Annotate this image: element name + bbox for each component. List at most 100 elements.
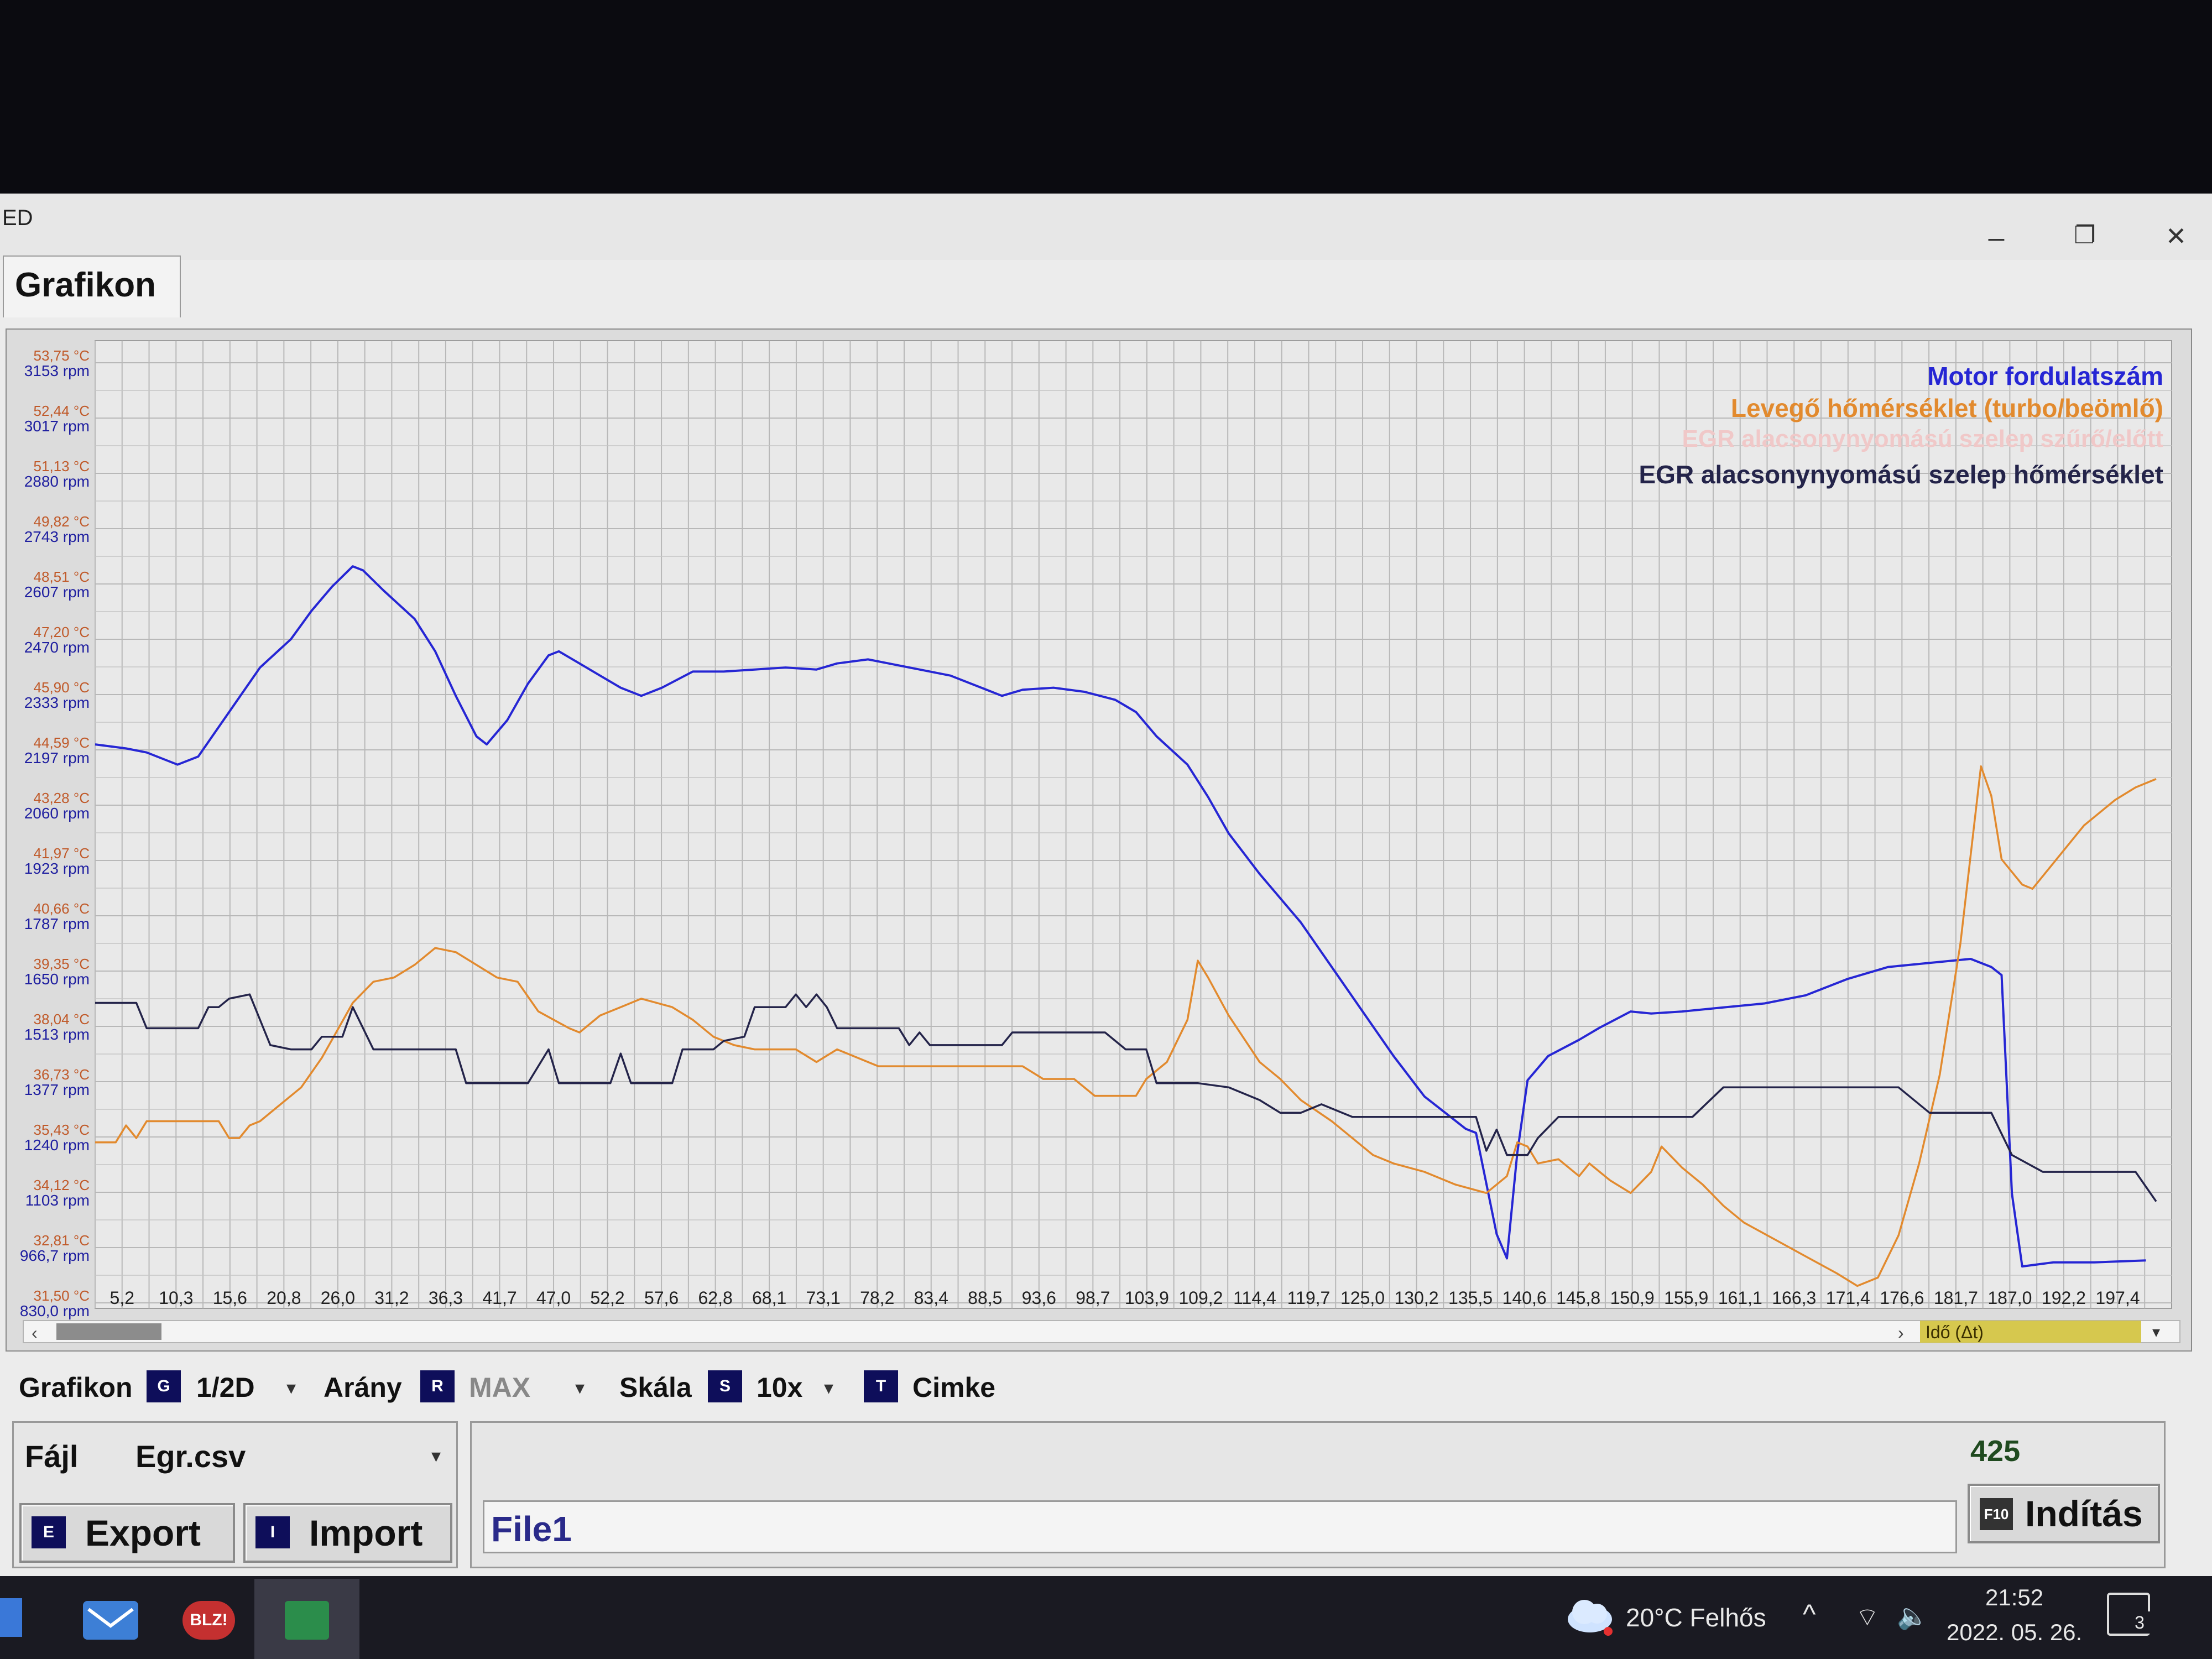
grafikon-dropdown-icon[interactable]: ▾ bbox=[286, 1377, 296, 1399]
notification-icon[interactable]: 3 bbox=[2107, 1593, 2151, 1636]
mail-app-icon[interactable] bbox=[83, 1601, 138, 1640]
restore-button[interactable]: ❐ bbox=[2063, 221, 2107, 249]
x-tick: 62,8 bbox=[698, 1288, 732, 1308]
y-tick-temp: 32,81 °C bbox=[34, 1232, 90, 1249]
cimke-key: T bbox=[864, 1370, 898, 1402]
tab-grafikon[interactable]: Grafikon bbox=[3, 255, 181, 317]
x-tick: 20,8 bbox=[267, 1288, 301, 1308]
y-tick-temp: 41,97 °C bbox=[34, 845, 90, 862]
export-button[interactable]: E Export bbox=[19, 1503, 235, 1563]
scrollbar-thumb[interactable] bbox=[56, 1323, 161, 1340]
start-label: Indítás bbox=[2025, 1493, 2143, 1534]
y-tick-temp: 43,28 °C bbox=[34, 790, 90, 806]
x-tick: 73,1 bbox=[806, 1288, 841, 1308]
run-group: File1 425 F10 Indítás bbox=[470, 1421, 2166, 1568]
start-button[interactable]: F10 Indítás bbox=[1968, 1484, 2160, 1543]
y-tick-rpm: 3153 rpm bbox=[24, 362, 90, 379]
clock-time[interactable]: 21:52 bbox=[1985, 1584, 2043, 1611]
file-name-field[interactable]: File1 bbox=[483, 1500, 1957, 1553]
wifi-icon[interactable]: ⌔ bbox=[1855, 1601, 1879, 1633]
y-tick-rpm: 1513 rpm bbox=[24, 1026, 90, 1043]
x-tick: 176,6 bbox=[1880, 1288, 1924, 1308]
diagnostic-app-icon bbox=[285, 1601, 329, 1640]
taskbar: BLZ! 20°C Felhős ^ ⌔ 🔈 21:52 2022. 05. 2… bbox=[0, 1576, 2212, 1659]
y-tick-temp: 45,90 °C bbox=[34, 679, 90, 696]
file-select[interactable]: Egr.csv bbox=[135, 1438, 246, 1474]
scroll-left-icon[interactable]: ‹ bbox=[32, 1323, 38, 1343]
skala-value[interactable]: 10x bbox=[757, 1371, 802, 1404]
arany-value[interactable]: MAX bbox=[469, 1371, 530, 1404]
x-tick: 150,9 bbox=[1610, 1288, 1655, 1308]
x-tick: 41,7 bbox=[482, 1288, 517, 1308]
x-tick: 52,2 bbox=[590, 1288, 624, 1308]
scroll-right-icon[interactable]: › bbox=[1898, 1323, 1904, 1343]
x-tick: 119,7 bbox=[1287, 1288, 1331, 1308]
chevron-up-icon[interactable]: ^ bbox=[1803, 1598, 1815, 1630]
cloud-icon bbox=[1568, 1600, 1613, 1636]
x-tick: 166,3 bbox=[1772, 1288, 1816, 1308]
y-tick-rpm: 1787 rpm bbox=[24, 915, 90, 932]
y-tick-rpm: 966,7 rpm bbox=[20, 1247, 90, 1264]
y-tick-rpm: 2333 rpm bbox=[24, 694, 90, 711]
speaker-icon[interactable]: 🔈 bbox=[1897, 1601, 1928, 1631]
x-tick: 145,8 bbox=[1556, 1288, 1600, 1308]
y-tick-rpm: 1103 rpm bbox=[25, 1192, 90, 1209]
y-tick-rpm: 830,0 rpm bbox=[20, 1302, 90, 1319]
start-menu-icon[interactable] bbox=[0, 1598, 22, 1637]
active-app-tile[interactable] bbox=[254, 1579, 359, 1659]
envelope-icon bbox=[87, 1608, 134, 1628]
arany-label: Arány bbox=[324, 1372, 402, 1403]
skala-dropdown-icon[interactable]: ▾ bbox=[824, 1377, 833, 1399]
x-tick: 31,2 bbox=[374, 1288, 409, 1308]
x-tick: 103,9 bbox=[1125, 1288, 1169, 1308]
grafikon-mode-value[interactable]: 1/2D bbox=[196, 1371, 255, 1404]
close-button[interactable]: ✕ bbox=[2154, 221, 2198, 251]
arany-dropdown-icon[interactable]: ▾ bbox=[575, 1377, 585, 1399]
x-tick: 98,7 bbox=[1076, 1288, 1110, 1308]
legend-entry-hidden: EGR alacsonynyomású szelep szűrő/előtt bbox=[1682, 425, 2164, 452]
y-tick-rpm: 2060 rpm bbox=[24, 805, 90, 822]
file-group: Fájl Egr.csv ▾ E Export I Import bbox=[12, 1421, 458, 1568]
x-tick: 26,0 bbox=[321, 1288, 355, 1308]
legend-entry-3: EGR alacsonynyomású szelep hőmérséklet bbox=[1639, 460, 2163, 489]
y-tick-rpm: 1923 rpm bbox=[24, 860, 90, 877]
file-dropdown-icon[interactable]: ▾ bbox=[431, 1445, 441, 1467]
cimke-toggle[interactable]: Cimke bbox=[912, 1371, 995, 1404]
x-tick: 15,6 bbox=[213, 1288, 247, 1308]
window-title: ED bbox=[2, 206, 33, 230]
legend-entry-2: Levegő hőmérséklet (turbo/beömlő) bbox=[1731, 394, 2163, 422]
x-tick: 114,4 bbox=[1233, 1288, 1276, 1308]
y-tick-rpm: 3017 rpm bbox=[24, 418, 90, 435]
line-chart: 53,75 °C3153 rpm 52,44 °C3017 rpm 51,13 °C… bbox=[7, 330, 2191, 1350]
x-tick: 83,4 bbox=[914, 1288, 948, 1308]
import-button[interactable]: I Import bbox=[243, 1503, 452, 1563]
x-tick: 171,4 bbox=[1826, 1288, 1870, 1308]
x-tick: 109,2 bbox=[1178, 1288, 1223, 1308]
x-tick: 155,9 bbox=[1664, 1288, 1708, 1308]
x-tick: 93,6 bbox=[1022, 1288, 1056, 1308]
y-tick-temp: 38,04 °C bbox=[34, 1011, 90, 1027]
fajl-label: Fájl bbox=[25, 1439, 79, 1474]
x-tick: 192,2 bbox=[2042, 1288, 2086, 1308]
horizontal-scrollbar[interactable] bbox=[23, 1320, 2180, 1343]
y-tick-temp: 53,75 °C bbox=[34, 347, 90, 364]
x-axis-dropdown-icon[interactable]: ▾ bbox=[2152, 1323, 2160, 1340]
minimize-button[interactable]: – bbox=[1974, 221, 2018, 254]
y-tick-rpm: 2607 rpm bbox=[24, 583, 90, 601]
weather-text[interactable]: 20°C Felhős bbox=[1626, 1603, 1766, 1632]
x-tick: 181,7 bbox=[1934, 1288, 1978, 1308]
y-tick-temp: 44,59 °C bbox=[34, 734, 90, 751]
skala-key: S bbox=[708, 1370, 742, 1402]
y-tick-temp: 47,20 °C bbox=[34, 624, 90, 640]
control-panel: Grafikon G 1/2D ▾ Arány R MAX ▾ Skála S … bbox=[0, 1355, 2212, 1576]
grafikon-key: G bbox=[147, 1370, 181, 1402]
x-tick: 57,6 bbox=[644, 1288, 679, 1308]
clock-date[interactable]: 2022. 05. 26. bbox=[1947, 1619, 2082, 1646]
x-tick: 197,4 bbox=[2095, 1288, 2140, 1308]
x-tick: 68,1 bbox=[752, 1288, 786, 1308]
y-tick-temp: 34,12 °C bbox=[34, 1177, 90, 1193]
x-tick: 78,2 bbox=[860, 1288, 894, 1308]
grafikon-label: Grafikon bbox=[19, 1372, 133, 1403]
blz-app-icon[interactable]: BLZ! bbox=[182, 1601, 235, 1640]
y-tick-rpm: 1650 rpm bbox=[24, 971, 90, 988]
